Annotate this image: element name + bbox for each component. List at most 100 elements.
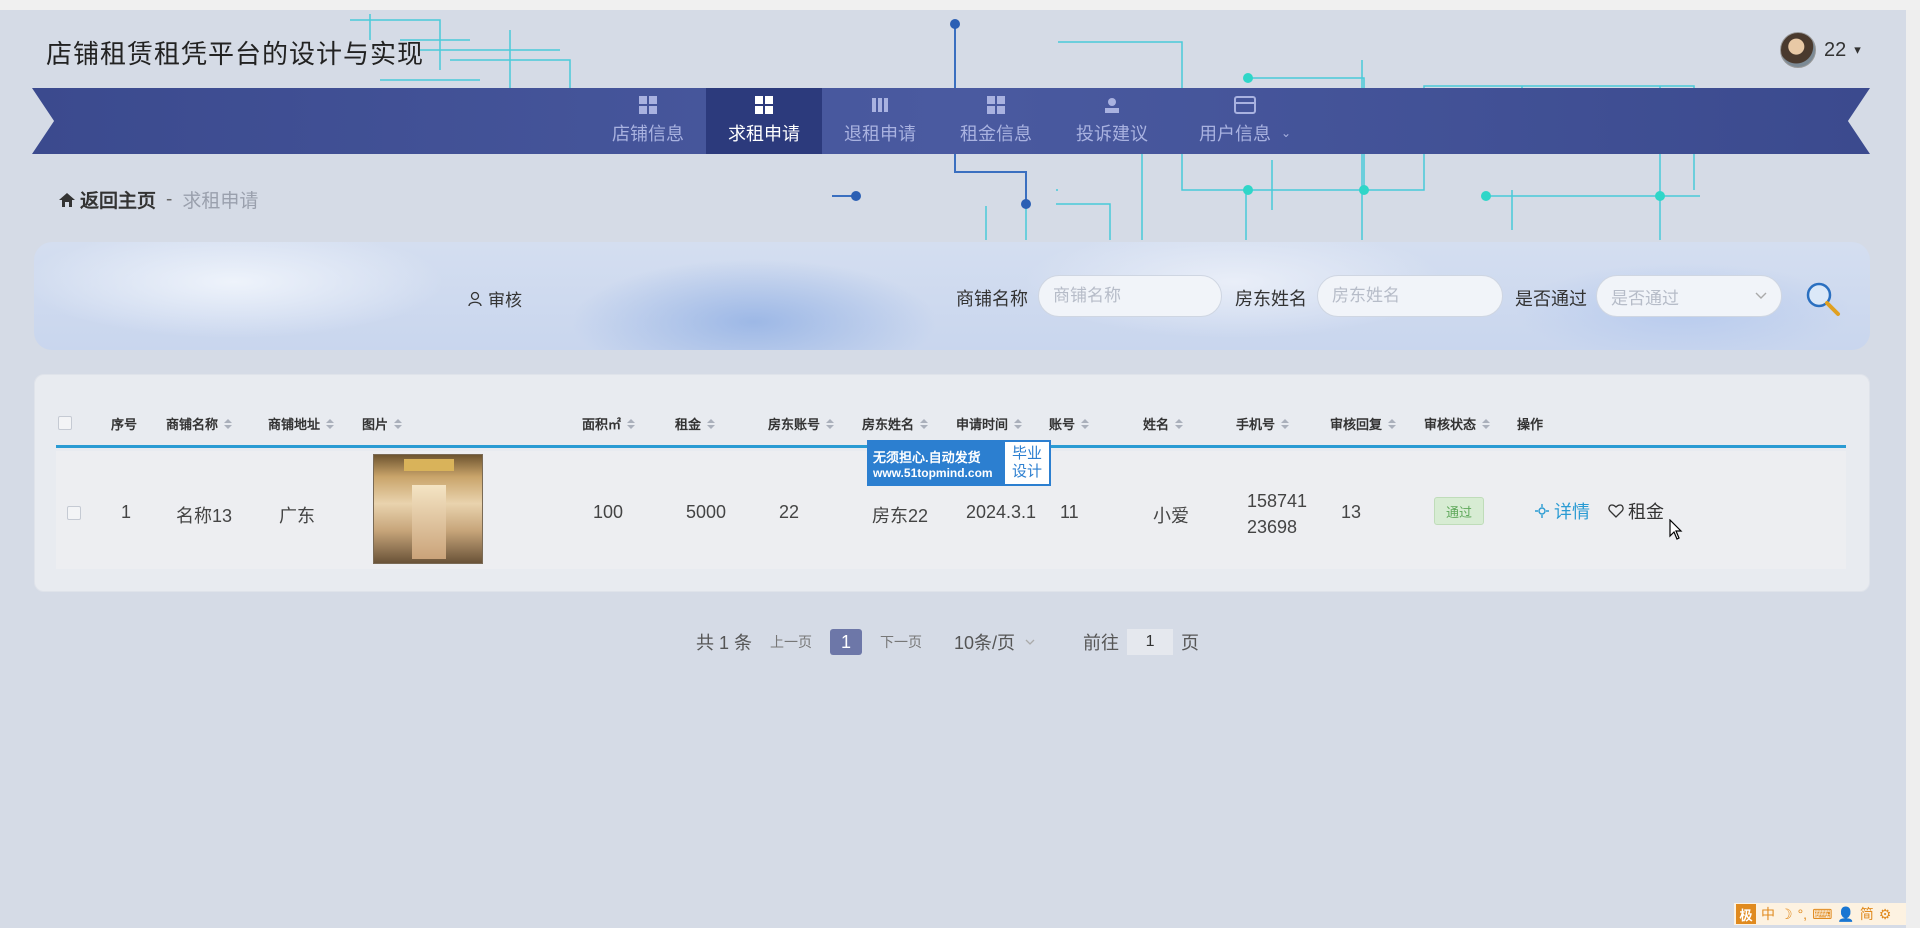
shop-name-label: 商铺名称 — [956, 289, 1028, 309]
page-jump-label: 前往 — [1083, 633, 1120, 653]
nav-item-rent-info[interactable]: 租金信息 — [938, 88, 1054, 154]
sort-icon[interactable] — [326, 418, 335, 429]
grid-icon — [639, 96, 657, 114]
passed-select[interactable]: 是否通过 — [1596, 275, 1782, 317]
sort-icon[interactable] — [707, 418, 716, 429]
cell-area: 100 — [593, 502, 624, 522]
page-scrollbar[interactable] — [1906, 10, 1920, 928]
ime-punct-icon[interactable]: °, — [1798, 906, 1808, 922]
row-checkbox[interactable] — [67, 506, 81, 520]
cell-phone: 158741 23698 — [1247, 488, 1307, 540]
book-icon — [872, 98, 888, 112]
col-label: 房东姓名 — [862, 417, 915, 432]
ime-settings-icon[interactable]: ⚙ — [1879, 906, 1892, 923]
cell-phone-line2: 23698 — [1247, 517, 1298, 537]
avatar[interactable] — [1780, 32, 1816, 68]
ime-chinese-toggle[interactable]: 中 — [1761, 904, 1775, 924]
sort-icon[interactable] — [1081, 418, 1090, 429]
nav-item-return-request[interactable]: 退租申请 — [822, 88, 938, 154]
watermark-badge: 无须担心.自动发货 www.51topmind.com 毕业 设计 — [867, 440, 1051, 486]
sort-icon[interactable] — [224, 418, 233, 429]
col-name[interactable]: 姓名 — [1143, 414, 1184, 433]
sort-icon[interactable] — [1281, 418, 1290, 429]
col-apply-time[interactable]: 申请时间 — [956, 414, 1023, 433]
col-label: 面积㎡ — [582, 417, 622, 432]
landlord-name-input[interactable] — [1317, 275, 1503, 317]
ime-logo-icon[interactable]: 极 — [1736, 904, 1756, 924]
nav-item-shop-info[interactable]: 店铺信息 — [590, 88, 706, 154]
rent-button[interactable]: 租金 — [1608, 498, 1664, 524]
search-icon[interactable] — [1804, 280, 1842, 318]
nav-item-rent-request[interactable]: 求租申请 — [706, 88, 822, 154]
ime-moon-icon[interactable]: ☽ — [1780, 906, 1793, 923]
col-label: 申请时间 — [956, 417, 1009, 432]
breadcrumb-current: 求租申请 — [182, 191, 259, 212]
page-jump-suffix: 页 — [1181, 633, 1200, 653]
cell-landlord-name: 房东22 — [872, 506, 929, 526]
shop-image[interactable] — [373, 454, 483, 564]
passed-select-placeholder: 是否通过 — [1611, 288, 1679, 308]
ime-simplified-toggle[interactable]: 简 — [1860, 904, 1874, 924]
col-shop-address[interactable]: 商铺地址 — [268, 414, 335, 433]
col-label: 商铺名称 — [166, 417, 219, 432]
cell-rent: 5000 — [686, 502, 727, 522]
col-label: 审核回复 — [1330, 417, 1383, 432]
page-size-select[interactable]: 10条/页 — [954, 629, 1035, 655]
ime-toolbar: 极 中 ☽ °, ⌨ 👤 简 ⚙ — [1734, 903, 1920, 925]
nav-item-complaint[interactable]: 投诉建议 — [1054, 88, 1170, 154]
sort-icon[interactable] — [627, 418, 636, 429]
page-jump-input[interactable] — [1127, 629, 1174, 655]
pagination-prev-button[interactable]: 上一页 — [770, 632, 812, 652]
col-shop-name[interactable]: 商铺名称 — [166, 414, 233, 433]
grid-icon — [755, 96, 773, 114]
heart-icon — [1608, 504, 1624, 518]
watermark-right2: 设计 — [1011, 463, 1042, 480]
ime-keyboard-icon[interactable]: ⌨ — [1812, 906, 1832, 923]
audit-button[interactable]: 审核 — [468, 286, 522, 311]
user-menu[interactable]: 22 ▾ — [1780, 32, 1861, 68]
col-landlord-account[interactable]: 房东账号 — [768, 414, 835, 433]
cell-account: 11 — [1060, 502, 1079, 522]
detail-button[interactable]: 详情 — [1534, 498, 1590, 524]
nav-item-label: 退租申请 — [844, 124, 916, 144]
col-landlord-name[interactable]: 房东姓名 — [862, 414, 929, 433]
col-phone[interactable]: 手机号 — [1236, 414, 1290, 433]
sort-icon[interactable] — [826, 418, 835, 429]
passed-label: 是否通过 — [1515, 289, 1587, 309]
col-account[interactable]: 账号 — [1049, 414, 1090, 433]
select-all-checkbox[interactable] — [58, 416, 72, 430]
col-rent[interactable]: 租金 — [675, 414, 716, 433]
user-icon — [468, 291, 482, 306]
user-name[interactable]: 22 — [1824, 39, 1846, 62]
sort-icon[interactable] — [1175, 418, 1184, 429]
nav-item-label: 求租申请 — [728, 124, 800, 144]
sort-icon[interactable] — [394, 418, 403, 429]
col-label: 审核状态 — [1424, 417, 1477, 432]
breadcrumb-home-link[interactable]: 返回主页 — [80, 186, 156, 213]
ime-user-icon[interactable]: 👤 — [1837, 906, 1854, 923]
page-jump: 前往 页 — [1083, 629, 1199, 655]
chevron-down-icon[interactable]: ⌄ — [1281, 126, 1291, 140]
col-label: 图片 — [362, 417, 389, 432]
col-audit-status[interactable]: 审核状态 — [1424, 414, 1491, 433]
sort-icon[interactable] — [1388, 418, 1397, 429]
pagination-page-1[interactable]: 1 — [830, 629, 863, 655]
sort-icon[interactable] — [920, 418, 929, 429]
home-icon[interactable] — [58, 192, 76, 208]
search-panel — [34, 242, 1870, 350]
nav-item-label: 店铺信息 — [612, 124, 684, 144]
shop-name-input[interactable] — [1038, 275, 1222, 317]
nav-item-user-info[interactable]: 用户信息 ⌄ — [1170, 88, 1320, 154]
pagination-next-button[interactable]: 下一页 — [880, 632, 922, 652]
sort-icon[interactable] — [1014, 418, 1023, 429]
col-area[interactable]: 面积㎡ — [582, 414, 636, 433]
caret-down-icon[interactable]: ▾ — [1854, 42, 1861, 58]
sort-icon[interactable] — [1482, 418, 1491, 429]
grid-icon — [987, 96, 1005, 114]
nav-item-label: 投诉建议 — [1076, 124, 1148, 144]
col-audit-reply[interactable]: 审核回复 — [1330, 414, 1397, 433]
page-size-value: 10条/页 — [954, 633, 1016, 653]
cell-apply-time: 2024.3.1 — [966, 502, 1037, 522]
chevron-down-icon — [1025, 639, 1035, 645]
col-image[interactable]: 图片 — [362, 414, 403, 433]
